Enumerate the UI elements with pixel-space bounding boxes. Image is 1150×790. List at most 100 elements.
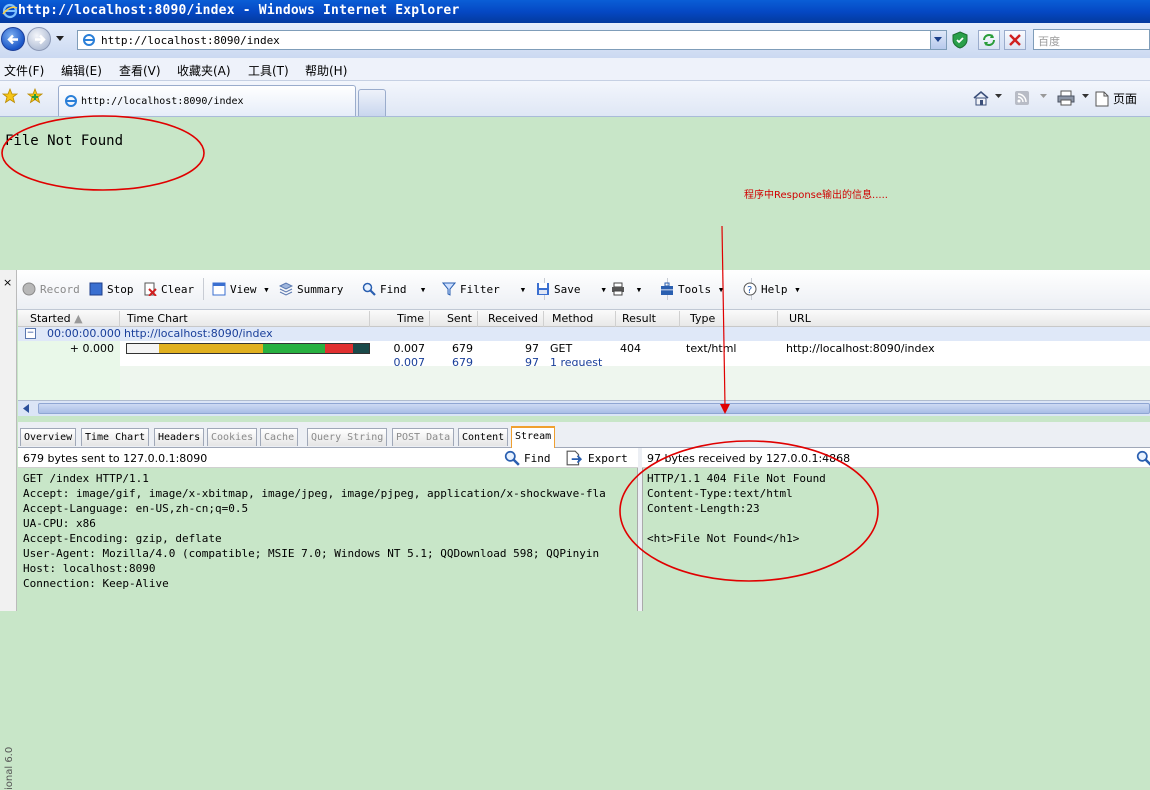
stop-capture-button[interactable]: Stop — [89, 282, 134, 296]
response-text-panel[interactable]: HTTP/1.1 404 File Not Found Content-Type… — [642, 468, 1150, 611]
search-input[interactable]: 百度 — [1033, 29, 1150, 50]
request-text-panel[interactable]: GET /index HTTP/1.1 Accept: image/gif, i… — [18, 468, 638, 611]
col-url[interactable]: URL — [778, 311, 1150, 327]
chevron-down-icon[interactable] — [1082, 94, 1089, 98]
record-icon — [22, 282, 36, 296]
row-result: 404 — [620, 342, 641, 355]
print-icon[interactable] — [1057, 90, 1075, 106]
page-menu-button[interactable]: 页面 — [1113, 90, 1137, 107]
tab-cookies[interactable]: Cookies — [207, 428, 258, 446]
chevron-down-icon[interactable] — [1040, 94, 1047, 98]
request-find-button[interactable]: Find — [504, 450, 551, 466]
print-button[interactable]: ▾ — [611, 282, 642, 296]
timing-bar — [126, 343, 370, 354]
menu-help[interactable]: 帮助(H) — [305, 62, 347, 79]
refresh-icon — [983, 34, 995, 46]
forward-arrow-icon — [35, 34, 46, 45]
col-time-chart[interactable]: Time Chart — [120, 311, 370, 327]
page-ie-icon — [83, 34, 95, 46]
menu-tools[interactable]: 工具(T) — [248, 62, 289, 79]
record-button[interactable]: Record — [22, 282, 80, 296]
help-label: Help — [761, 283, 788, 296]
address-dropdown-button[interactable] — [930, 31, 946, 49]
back-button[interactable] — [1, 27, 25, 51]
security-shield-button[interactable] — [950, 30, 972, 50]
refresh-button[interactable] — [978, 30, 1000, 50]
summary-button[interactable]: Summary — [279, 282, 343, 296]
toolbar-divider — [203, 278, 204, 300]
tab-overview[interactable]: Overview — [20, 428, 77, 446]
col-sent[interactable]: Sent — [430, 311, 478, 327]
session-group-row[interactable]: − 00:00:00.000 http://localhost:8090/ind… — [18, 327, 1150, 341]
collapse-toggle-icon[interactable]: − — [25, 328, 36, 339]
sessions-grid: Started ▲ Time Chart Time Sent Received … — [18, 310, 1150, 400]
fiddler-side-label: ional 6.0 — [4, 746, 15, 790]
save-button[interactable]: Save ▾ — [536, 282, 607, 296]
view-label: View — [230, 283, 257, 296]
address-field[interactable]: http://localhost:8090/index — [77, 30, 947, 50]
stop-icon — [89, 282, 103, 296]
close-icon[interactable]: × — [3, 276, 12, 289]
col-result[interactable]: Result — [616, 311, 680, 327]
response-panel-header: 97 bytes received by 127.0.0.1:4868 — [642, 448, 1150, 468]
tab-headers[interactable]: Headers — [154, 428, 205, 446]
menu-favorites[interactable]: 收藏夹(A) — [177, 62, 231, 79]
menu-file[interactable]: 文件(F) — [4, 62, 44, 79]
filter-button[interactable]: Filter ▾ — [442, 282, 526, 296]
help-button[interactable]: ? Help ▾ — [743, 282, 801, 296]
request-header-host: Host: localhost:8090 — [23, 562, 156, 575]
ie-logo-icon — [2, 3, 18, 19]
favorites-star-icon[interactable] — [2, 88, 18, 104]
col-started-label: Started — [30, 312, 71, 325]
add-favorite-icon[interactable] — [27, 88, 43, 104]
menu-view[interactable]: 查看(V) — [119, 62, 161, 79]
record-label: Record — [40, 283, 80, 296]
annotation-text: 程序中Response输出的信息..... — [744, 190, 888, 201]
forward-button[interactable] — [27, 27, 51, 51]
search-icon[interactable] — [1136, 450, 1150, 466]
save-label: Save — [554, 283, 581, 296]
tab-row: http://localhost:8090/index 页面 — [0, 81, 1150, 117]
feeds-icon[interactable] — [1014, 90, 1030, 106]
row-started: + 0.000 — [69, 342, 114, 355]
clear-button[interactable]: Clear — [143, 282, 194, 296]
tab-content[interactable]: Content — [458, 428, 509, 446]
fiddler-toolbar: Record Stop Clear View ▾ Summary Find ▾ … — [17, 270, 1150, 310]
group-url: http://localhost:8090/index — [124, 327, 273, 340]
home-icon[interactable] — [972, 90, 990, 106]
grid-horizontal-scrollbar[interactable] — [18, 400, 1150, 416]
grid-header: Started ▲ Time Chart Time Sent Received … — [18, 310, 1150, 327]
find-label: Find — [380, 283, 407, 296]
response-body: <ht>File Not Found</h1> — [647, 532, 800, 545]
row-received: 97 — [525, 342, 539, 355]
col-time[interactable]: Time — [370, 311, 430, 327]
tab-time-chart[interactable]: Time Chart — [81, 428, 150, 446]
col-received[interactable]: Received — [478, 311, 544, 327]
col-type[interactable]: Type — [680, 311, 778, 327]
request-export-button[interactable]: Export — [566, 450, 628, 466]
chevron-down-icon[interactable] — [995, 94, 1002, 98]
clear-label: Clear — [161, 283, 195, 296]
tab-stream[interactable]: Stream — [511, 426, 556, 448]
history-dropdown-icon[interactable] — [56, 36, 64, 41]
view-button[interactable]: View ▾ — [212, 282, 270, 296]
tab-current-page[interactable]: http://localhost:8090/index — [58, 85, 356, 116]
col-started[interactable]: Started ▲ — [18, 311, 120, 327]
find-button[interactable]: Find ▾ — [362, 282, 426, 296]
stop-button[interactable] — [1004, 30, 1026, 50]
tools-button[interactable]: Tools ▾ — [660, 282, 724, 296]
tools-label: Tools — [678, 283, 712, 296]
chevron-down-icon — [934, 37, 942, 42]
tab-cache[interactable]: Cache — [260, 428, 299, 446]
menu-edit[interactable]: 编辑(E) — [61, 62, 102, 79]
col-method[interactable]: Method — [544, 311, 616, 327]
scrollbar-thumb[interactable] — [38, 403, 1150, 414]
search-icon — [504, 450, 520, 466]
tab-post-data[interactable]: POST Data — [392, 428, 455, 446]
back-arrow-icon — [7, 34, 18, 45]
tab-query-string[interactable]: Query String — [307, 428, 388, 446]
scroll-left-icon[interactable] — [22, 404, 30, 413]
page-ie-icon — [65, 95, 77, 107]
new-tab-button[interactable] — [358, 89, 386, 116]
row-type: text/html — [686, 342, 737, 355]
